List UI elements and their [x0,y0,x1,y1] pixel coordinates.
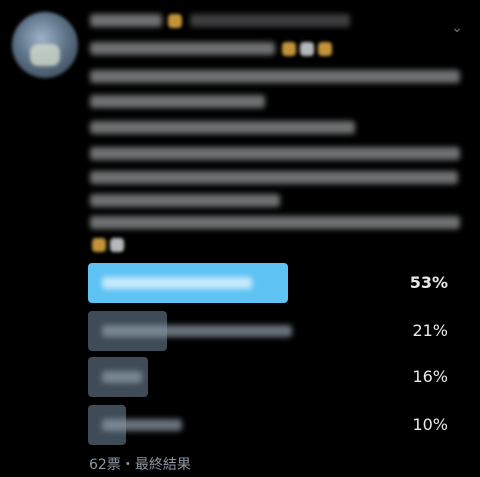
emoji-icon [110,238,124,252]
author-handle-redacted[interactable] [190,14,350,27]
avatar[interactable] [12,12,78,78]
tweet-text-redacted [90,95,265,108]
poll-footer: 62票・最終結果 [89,457,191,473]
emoji-icon [92,238,106,252]
poll-option-label-redacted [102,419,182,431]
tweet-text-redacted [90,216,460,229]
poll-option-label-redacted [102,371,142,383]
poll-option-label-redacted [102,277,252,289]
tweet: ⌄ 53% 21% 16% 10% 62票・最終結果 [0,0,480,477]
poll-option-3: 16% [88,357,460,397]
poll-option-1: 53% [88,263,460,303]
poll-percent: 10% [412,415,448,434]
poll-percent: 16% [412,367,448,386]
tweet-text-redacted [90,42,275,55]
tweet-text-redacted [90,194,280,207]
emoji-icon [282,42,296,56]
poll-option-2: 21% [88,311,460,351]
emoji-icon [168,14,182,28]
tweet-text-redacted [90,121,355,134]
poll-option-4: 10% [88,405,460,445]
tweet-text-redacted [90,70,460,83]
poll-percent: 21% [412,321,448,340]
author-name-redacted[interactable] [90,14,162,27]
poll-percent: 53% [409,273,448,292]
tweet-text-redacted [90,171,458,184]
poll-option-label-redacted [102,325,292,337]
chevron-down-icon[interactable]: ⌄ [447,18,467,38]
emoji-icon [300,42,314,56]
tweet-text-redacted [90,147,460,160]
emoji-icon [318,42,332,56]
